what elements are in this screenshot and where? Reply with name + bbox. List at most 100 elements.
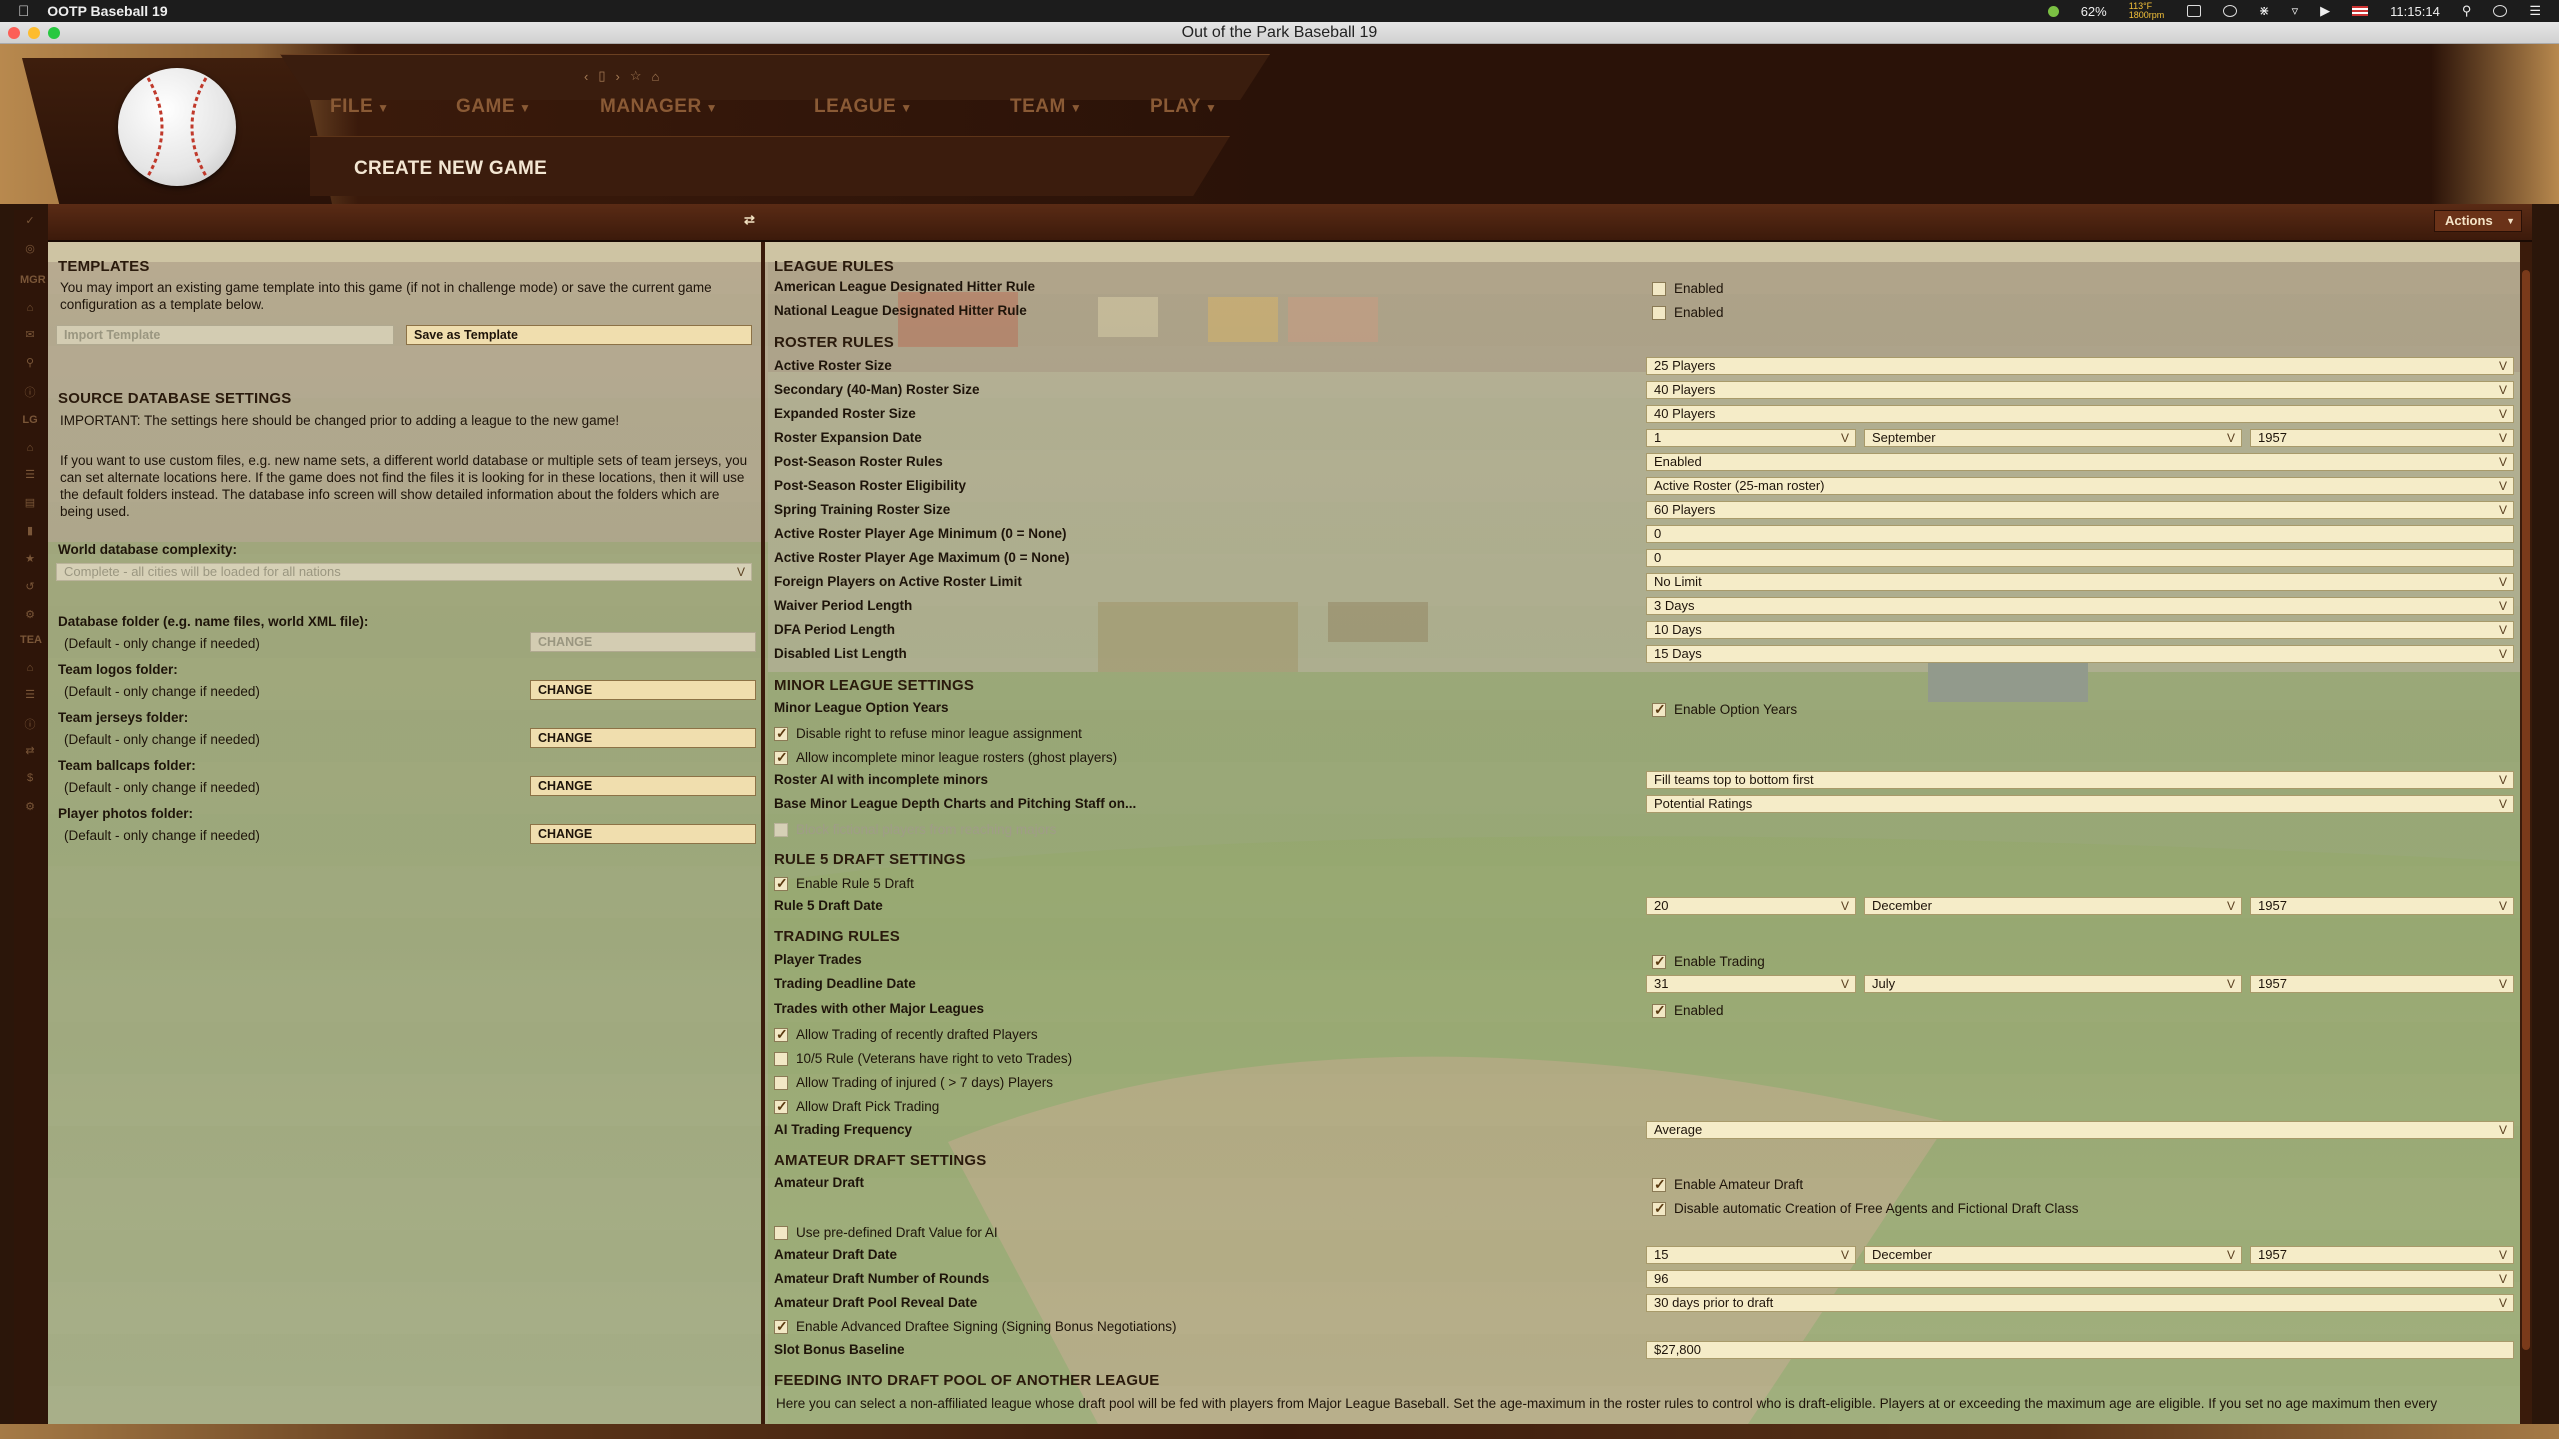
active-roster-size-select[interactable]: 25 Players V	[1646, 357, 2514, 375]
roster-icon[interactable]: ☰	[20, 688, 40, 704]
mail-icon[interactable]: ✉	[20, 328, 40, 344]
home-icon[interactable]: ⌂	[20, 302, 40, 318]
secondary-roster-size-select[interactable]: 40 Players V	[1646, 381, 2514, 399]
actions-button[interactable]: Actions ▼	[2434, 210, 2522, 232]
trades-other-majors-checkbox[interactable]: Enabled	[1652, 1002, 1724, 1019]
search-icon[interactable]: ⚲	[20, 356, 40, 372]
settings-icon[interactable]: ⚙	[20, 800, 40, 816]
minimize-window-button[interactable]	[28, 27, 40, 39]
forward-icon[interactable]: ›	[616, 69, 620, 84]
vertical-scrollbar[interactable]	[2520, 242, 2532, 1424]
import-template-button[interactable]: Import Template	[56, 325, 394, 345]
age-maximum-input[interactable]: 0	[1646, 549, 2514, 567]
time-machine-icon[interactable]	[2222, 5, 2237, 17]
close-window-button[interactable]	[8, 27, 20, 39]
base-depth-charts-select[interactable]: Potential Ratings V	[1646, 795, 2514, 813]
star-icon[interactable]: ☆	[630, 68, 642, 84]
advanced-draftee-signing-checkbox[interactable]: Enable Advanced Draftee Signing (Signing…	[774, 1318, 1177, 1335]
baseball-logo-icon[interactable]	[118, 68, 236, 186]
display-icon[interactable]	[2186, 5, 2201, 17]
home-icon[interactable]: ⌂	[20, 442, 40, 458]
info-icon[interactable]: ⓘ	[20, 716, 40, 732]
flag-icon[interactable]	[2352, 6, 2369, 16]
world-db-complexity-select[interactable]: Complete - all cities will be loaded for…	[56, 563, 752, 581]
zoom-window-button[interactable]	[48, 27, 60, 39]
schedule-icon[interactable]: ▤	[20, 496, 40, 512]
al-dh-enabled-checkbox[interactable]: Enabled	[1652, 281, 1724, 297]
volume-icon[interactable]: ▶	[2320, 3, 2330, 19]
dfa-period-select[interactable]: 10 Days V	[1646, 621, 2514, 639]
disable-refuse-assignment-checkbox[interactable]: Disable right to refuse minor league ass…	[774, 725, 1082, 742]
back-icon[interactable]: ‹	[584, 69, 588, 84]
notification-center-icon[interactable]: ☰	[2529, 3, 2541, 19]
age-minimum-input[interactable]: 0	[1646, 525, 2514, 543]
roster-expansion-year-select[interactable]: 1957 V	[2250, 429, 2514, 447]
allow-draft-pick-trading-checkbox[interactable]: Allow Draft Pick Trading	[774, 1098, 939, 1115]
news-icon[interactable]: ☰	[20, 468, 40, 484]
draft-rounds-select[interactable]: 96 V	[1646, 1270, 2514, 1288]
trading-deadline-year-select[interactable]: 1957 V	[2250, 975, 2514, 993]
scrollbar-thumb[interactable]	[2522, 270, 2530, 1350]
save-as-template-button[interactable]: Save as Template	[406, 325, 752, 345]
disabled-list-length-select[interactable]: 15 Days V	[1646, 645, 2514, 663]
rule5-year-select[interactable]: 1957 V	[2250, 897, 2514, 915]
nav-file[interactable]: FILE ▼	[330, 96, 390, 118]
block-fictional-players-checkbox[interactable]: Block fictional players from reaching ma…	[774, 822, 1056, 838]
home-icon[interactable]: ⌂	[652, 69, 660, 84]
panel-split-icon[interactable]: ⇄	[744, 212, 755, 228]
predefined-draft-value-checkbox[interactable]: Use pre-defined Draft Value for AI	[774, 1225, 998, 1241]
amateur-draft-month-select[interactable]: December V	[1864, 1246, 2242, 1264]
bluetooth-icon[interactable]: ⋇	[2259, 3, 2270, 19]
clock[interactable]: 11:15:14	[2390, 4, 2440, 19]
slot-bonus-baseline-input[interactable]: $27,800	[1646, 1341, 2514, 1359]
rule5-month-select[interactable]: December V	[1864, 897, 2242, 915]
allow-trading-injured-checkbox[interactable]: Allow Trading of injured ( > 7 days) Pla…	[774, 1075, 1053, 1091]
post-season-roster-rules-select[interactable]: Enabled V	[1646, 453, 2514, 471]
user-icon[interactable]	[2493, 5, 2508, 17]
pane-divider[interactable]	[761, 242, 765, 1424]
nl-dh-enabled-checkbox[interactable]: Enabled	[1652, 305, 1724, 321]
roster-expansion-month-select[interactable]: September V	[1864, 429, 2242, 447]
checkmark-icon[interactable]: ✓	[20, 214, 40, 230]
globe-icon[interactable]: ◎	[20, 242, 40, 258]
team-logos-change-button[interactable]: CHANGE	[530, 680, 756, 700]
finances-icon[interactable]: $	[20, 772, 40, 788]
rule5-day-select[interactable]: 20 V	[1646, 897, 1856, 915]
nav-team[interactable]: TEAM ▼	[1010, 96, 1082, 118]
spotlight-icon[interactable]: ⚲	[2462, 3, 2472, 19]
draft-pool-reveal-select[interactable]: 30 days prior to draft V	[1646, 1294, 2514, 1312]
ai-trading-frequency-select[interactable]: Average V	[1646, 1121, 2514, 1139]
waiver-period-select[interactable]: 3 Days V	[1646, 597, 2514, 615]
post-season-eligibility-select[interactable]: Active Roster (25-man roster) V	[1646, 477, 2514, 495]
team-jerseys-change-button[interactable]: CHANGE	[530, 728, 756, 748]
spring-training-roster-select[interactable]: 60 Players V	[1646, 501, 2514, 519]
stats-icon[interactable]: ▮	[20, 524, 40, 540]
disable-auto-creation-checkbox[interactable]: Disable automatic Creation of Free Agent…	[1652, 1200, 2078, 1217]
amateur-draft-year-select[interactable]: 1957 V	[2250, 1246, 2514, 1264]
home-icon[interactable]: ⌂	[20, 662, 40, 678]
trophy-icon[interactable]: ★	[20, 552, 40, 568]
battery-icon[interactable]	[2047, 5, 2059, 17]
roster-ai-select[interactable]: Fill teams top to bottom first V	[1646, 771, 2514, 789]
settings-icon[interactable]: ⚙	[20, 608, 40, 624]
page-icon[interactable]: ▯	[598, 68, 605, 84]
allow-incomplete-rosters-checkbox[interactable]: Allow incomplete minor league rosters (g…	[774, 749, 1117, 766]
info-icon[interactable]: ⓘ	[20, 384, 40, 400]
amateur-draft-day-select[interactable]: 15 V	[1646, 1246, 1856, 1264]
wifi-icon[interactable]: ▿	[2292, 3, 2299, 19]
nav-play[interactable]: PLAY ▼	[1150, 96, 1217, 118]
trading-deadline-day-select[interactable]: 31 V	[1646, 975, 1856, 993]
player-photos-change-button[interactable]: CHANGE	[530, 824, 756, 844]
search-input[interactable]: ⚲	[1338, 67, 1523, 85]
foreign-players-limit-select[interactable]: No Limit V	[1646, 573, 2514, 591]
transactions-icon[interactable]: ⇄	[20, 744, 40, 760]
team-ballcaps-change-button[interactable]: CHANGE	[530, 776, 756, 796]
enable-option-years-checkbox[interactable]: Enable Option Years	[1652, 701, 1797, 718]
enable-trading-checkbox[interactable]: Enable Trading	[1652, 953, 1765, 970]
rule-10-5-checkbox[interactable]: 10/5 Rule (Veterans have right to veto T…	[774, 1051, 1072, 1067]
menubar-app-name[interactable]: OOTP Baseball 19	[47, 3, 167, 19]
nav-game[interactable]: GAME ▼	[456, 96, 531, 118]
nav-manager[interactable]: MANAGER ▼	[600, 96, 718, 118]
enable-rule5-checkbox[interactable]: Enable Rule 5 Draft	[774, 875, 914, 892]
nav-league[interactable]: LEAGUE ▼	[814, 96, 913, 118]
